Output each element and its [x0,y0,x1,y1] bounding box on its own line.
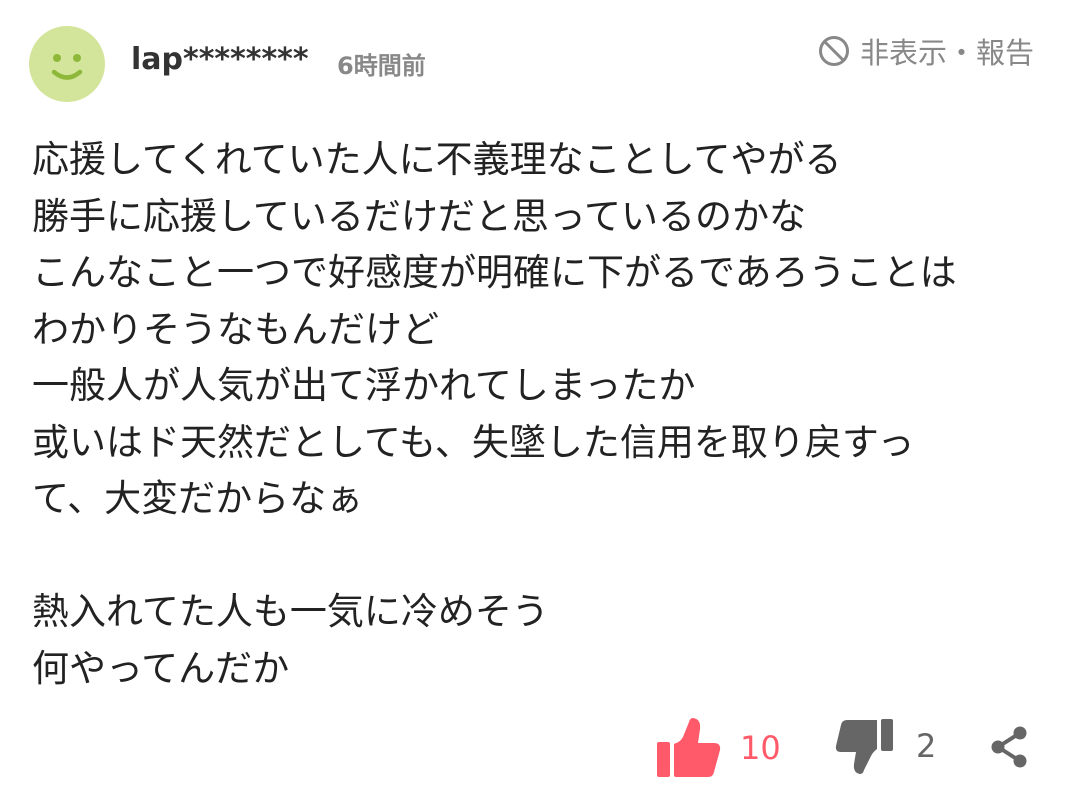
comment-body: 応援してくれていた人に不義理なことしてやがる 勝手に応援しているだけだと思ってい… [32,132,1052,697]
dislike-button[interactable]: 2 [834,717,936,775]
share-icon [991,726,1027,768]
comment-line: 熱入れてた人も一気に冷めそう [32,590,549,633]
comment-line: 何やってんだか [32,646,290,690]
username[interactable]: lap******** [131,42,309,77]
timestamp: 6時間前 [337,52,426,80]
comment-line: 或いはド天然だとしても、失墜した信用を取り戻すっ [32,420,915,464]
comment-line: て、大変だからなぁ [32,477,364,520]
comment-line: 一般人が人気が出て浮かれてしまったか [32,364,696,407]
report-button[interactable]: 非表示・報告 [818,30,1034,72]
comment-line: 勝手に応援しているだけだと思っているのかな [32,194,807,238]
comment-line: わかりそうなもんだけど [32,307,439,351]
like-count: 10 [740,729,781,767]
like-button[interactable]: 10 [656,717,781,779]
thumbs-up-icon [657,718,721,777]
report-label: 非表示・報告 [859,36,1034,70]
dislike-count: 2 [916,727,937,765]
comment-actions: 10 2 [0,717,1080,787]
comment-line: 応援してくれていた人に不義理なことしてやがる [32,138,842,181]
avatar [28,25,106,103]
smiley-face-icon [29,26,105,102]
comment-card: lap******** 6時間前 非表示・報告 応援してくれていた人に不義理なこ… [0,0,1080,809]
comment-blank-line [32,528,1052,585]
thumbs-down-icon [835,719,893,774]
comment-line: こんなこと一つで好感度が明確に下がるであろうことは [32,251,957,294]
share-button[interactable] [988,725,1032,773]
prohibited-circle-icon [818,36,849,66]
